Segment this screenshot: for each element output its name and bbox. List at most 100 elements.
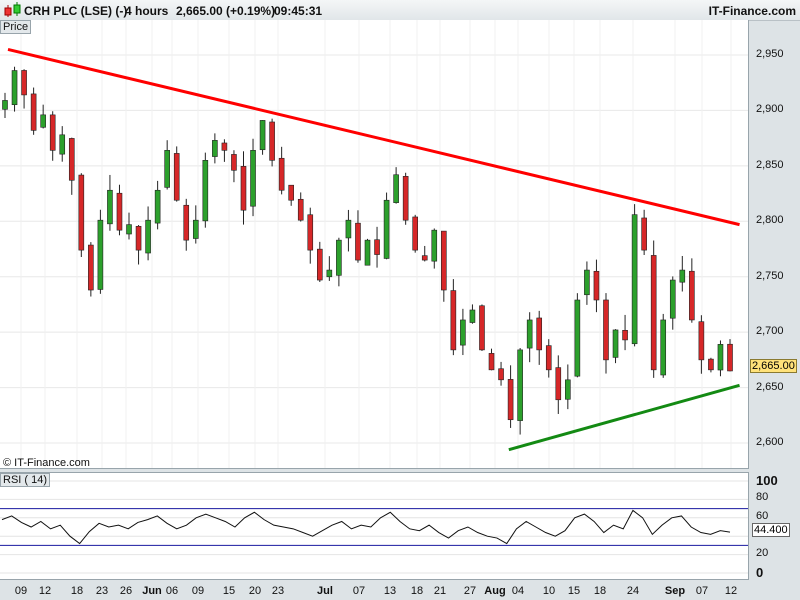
price-panel: Price: [0, 20, 749, 469]
y-tick-label: 2,950: [756, 48, 784, 60]
price-chart: [0, 20, 748, 468]
candle-down: [650, 255, 657, 371]
x-tick-label: 09: [191, 585, 205, 597]
y-tick-label: 2,750: [756, 269, 784, 282]
x-tick-label: 15: [222, 585, 236, 597]
candle-up: [679, 269, 686, 283]
y-tick-label: 2,850: [756, 158, 784, 171]
candle-up: [154, 189, 161, 224]
candlestick-logo-icon: [4, 2, 21, 17]
candle-up: [383, 199, 390, 259]
rsi-last-value-marker: 44.400: [752, 523, 790, 537]
candle-up: [612, 329, 619, 358]
last-price-marker: 2,665.00: [750, 359, 797, 373]
candle-down: [555, 367, 562, 401]
brand-label: IT-Finance.com: [708, 4, 796, 18]
candle-up: [11, 70, 18, 106]
candle-up: [145, 219, 151, 254]
candle-up: [192, 219, 199, 239]
candle-down: [593, 270, 600, 301]
candle-down: [708, 358, 714, 371]
x-tick-label: 23: [271, 585, 285, 597]
title-bar: CRH PLC (LSE) (-) 4 hours 2,665.00 (+0.1…: [0, 0, 800, 21]
candle-down: [498, 368, 504, 381]
rsi-chart: [0, 480, 748, 574]
candle-up: [97, 219, 104, 290]
candle-up: [212, 140, 218, 157]
candle-down: [68, 138, 75, 181]
x-tick-label: 12: [724, 585, 738, 597]
price-panel-label: Price: [0, 20, 32, 34]
candle-down: [402, 176, 409, 221]
y-tick-label: 2,600: [756, 436, 784, 448]
candle-down: [622, 329, 628, 341]
y-tick-label: 2,650: [756, 380, 784, 393]
x-tick-label: Jul: [317, 585, 333, 597]
x-tick-label: Aug: [484, 585, 506, 597]
candle-down: [479, 305, 485, 351]
candle-up: [164, 150, 170, 188]
candle-down: [49, 114, 56, 151]
candle-up: [669, 279, 676, 319]
x-tick-label: 20: [248, 585, 262, 597]
y-tick-label: 2,700: [756, 325, 784, 338]
rsi-y-tick-label: 60: [756, 509, 769, 522]
candle-down: [21, 70, 27, 96]
x-tick-label: 10: [542, 585, 556, 597]
candle-down: [288, 184, 294, 201]
candle-down: [307, 214, 314, 251]
x-tick-label: 24: [626, 585, 640, 597]
x-tick-label: 18: [410, 585, 424, 597]
candle-up: [584, 269, 590, 296]
candle-up: [460, 319, 466, 346]
candle-down: [536, 317, 543, 351]
candle-down: [278, 157, 285, 191]
candle-up: [393, 174, 399, 203]
x-tick-label: 26: [119, 585, 133, 597]
symbol-label: CRH PLC (LSE) (-): [24, 4, 128, 18]
candle-down: [173, 153, 180, 201]
interval-label: 4 hours: [125, 4, 169, 18]
x-tick-label: 13: [383, 585, 397, 597]
x-tick-label: 07: [695, 585, 709, 597]
candle-up: [660, 319, 667, 376]
candle-down: [441, 230, 447, 291]
x-tick-label: 23: [95, 585, 109, 597]
x-tick-label: 07: [352, 585, 366, 597]
rsi-y-tick-label: 100: [756, 473, 778, 488]
candle-down: [88, 244, 94, 291]
candle-up: [336, 239, 342, 276]
candle-down: [78, 174, 85, 251]
candle-down: [116, 192, 123, 231]
candle-up: [107, 189, 113, 225]
candle-down: [412, 216, 418, 251]
candle-down: [698, 321, 705, 361]
candle-up: [2, 100, 8, 110]
x-tick-label: 12: [38, 585, 52, 597]
rsi-y-tick-label: 80: [756, 491, 769, 504]
candle-up: [717, 344, 724, 371]
candle-up: [364, 239, 371, 266]
candle-up: [259, 120, 266, 151]
y-tick-label: 2,800: [756, 214, 784, 227]
candle-down: [355, 222, 361, 261]
x-tick-label: 18: [593, 585, 607, 597]
copyright: © IT-Finance.com: [3, 457, 90, 469]
candle-down: [240, 166, 247, 211]
y-tick-label: 2,900: [756, 103, 784, 116]
candle-down: [545, 345, 552, 371]
candle-up: [345, 219, 352, 239]
candle-up: [202, 160, 209, 222]
candle-down: [317, 248, 323, 281]
time-label: 09:45:31: [274, 4, 323, 18]
candle-down: [297, 198, 304, 221]
candle-down: [421, 255, 428, 261]
candle-up: [526, 319, 533, 349]
x-tick-label: 18: [70, 585, 84, 597]
candle-up: [565, 379, 571, 400]
candle-down: [641, 217, 647, 251]
candle-down: [269, 121, 275, 161]
x-tick-label: 09: [14, 585, 28, 597]
candle-down: [135, 225, 142, 251]
candle-up: [40, 114, 46, 128]
